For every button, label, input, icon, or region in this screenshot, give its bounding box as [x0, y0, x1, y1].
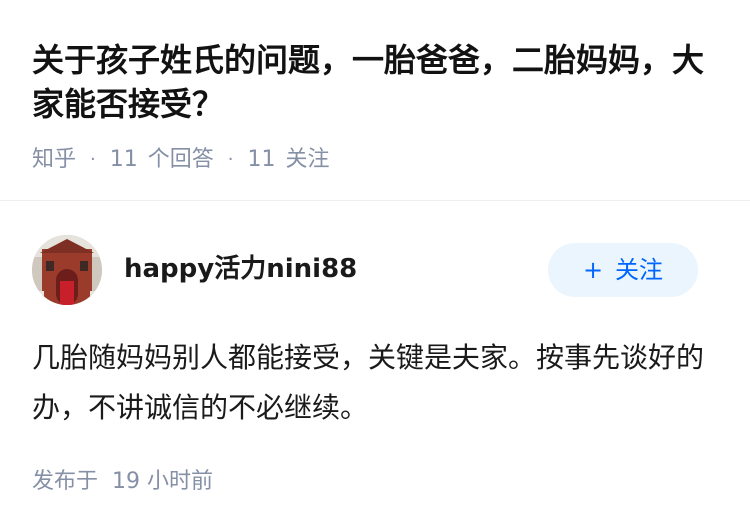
- avatar[interactable]: [32, 235, 102, 305]
- answer-count: 11: [109, 147, 138, 172]
- answer-count-label[interactable]: 个回答: [148, 144, 214, 176]
- question-title[interactable]: 关于孩子姓氏的问题，一胎爸爸，二胎妈妈，大家能否接受？: [32, 38, 718, 126]
- follow-button[interactable]: + 关注: [548, 243, 698, 297]
- post-time: 发布于 19 小时前: [32, 466, 213, 498]
- post-time-prefix: 发布于: [32, 469, 99, 494]
- separator-dot: ·: [90, 149, 96, 170]
- source-label[interactable]: 知乎: [32, 144, 76, 176]
- author-name[interactable]: happy活力nini88: [124, 251, 357, 287]
- avatar-church-icon: [32, 235, 102, 305]
- question-header: 关于孩子姓氏的问题，一胎爸爸，二胎妈妈，大家能否接受？ 知乎 · 11 个回答 …: [0, 0, 750, 200]
- answer-content[interactable]: 几胎随妈妈别人都能接受，关键是夫家。按事先谈好的办，不讲诚信的不必继续。: [32, 333, 718, 433]
- plus-icon: +: [582, 256, 604, 284]
- follower-count-label[interactable]: 关注: [286, 144, 330, 176]
- section-divider: [0, 200, 750, 201]
- answer-author: happy活力nini88 + 关注: [32, 235, 718, 305]
- post-time-value: 19: [112, 469, 141, 494]
- separator-dot: ·: [227, 149, 234, 170]
- question-meta: 知乎 · 11 个回答 · 11 关注: [32, 144, 330, 176]
- follow-label: 关注: [615, 256, 664, 284]
- post-time-suffix: 小时前: [147, 469, 214, 494]
- follower-count: 11: [247, 147, 276, 172]
